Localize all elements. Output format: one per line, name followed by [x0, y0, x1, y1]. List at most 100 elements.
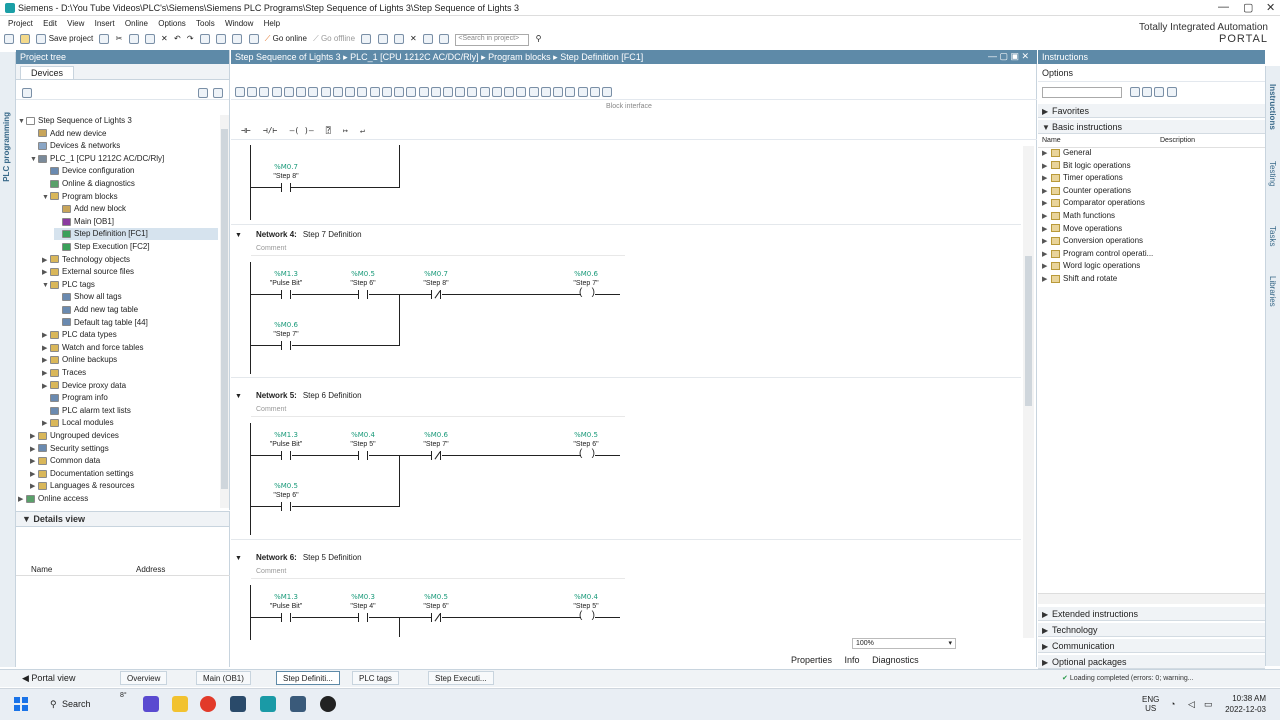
tree-item[interactable]: ▼ Step Sequence of Lights 3: [18, 115, 218, 127]
tab-main-ob1[interactable]: Main (OB1): [196, 671, 251, 685]
close-branch-icon[interactable]: ↵: [360, 126, 365, 135]
tab-step-execution[interactable]: Step Executi...: [428, 671, 494, 685]
instruction-item[interactable]: ▶ Shift and rotate: [1042, 273, 1117, 285]
expand-toggle-icon[interactable]: ▶: [1042, 224, 1051, 236]
close-icon[interactable]: ✕: [1266, 1, 1275, 14]
editor-window-controls[interactable]: — ▢ ▣ ✕: [988, 51, 1029, 62]
coil-symbol[interactable]: "Step 7": [561, 280, 611, 287]
tab-instructions-vertical[interactable]: Instructions: [1268, 84, 1277, 130]
no-contact[interactable]: [281, 341, 291, 350]
tia-portal-icon[interactable]: [230, 696, 246, 712]
collapse-arrow-icon[interactable]: ▼: [235, 393, 242, 400]
undo-icon[interactable]: ↶: [174, 34, 181, 46]
instruction-item[interactable]: ▶ Program control operati...: [1042, 248, 1153, 260]
maximize-icon[interactable]: ▢: [1243, 1, 1253, 14]
network-header[interactable]: ▼ Network 6: Step 5 Definition: [235, 553, 362, 562]
instruction-item[interactable]: ▶ Move operations: [1042, 223, 1122, 235]
no-contact[interactable]: [358, 451, 368, 460]
coil-symbol[interactable]: "Step 6": [561, 441, 611, 448]
download-icon[interactable]: [216, 34, 227, 46]
instruction-item[interactable]: ▶ Math functions: [1042, 210, 1115, 222]
network-description[interactable]: Step 7 Definition: [303, 230, 362, 239]
operand-address[interactable]: %M0.7: [411, 270, 461, 278]
tree-scrollbar[interactable]: [220, 115, 229, 508]
menu-options[interactable]: Options: [158, 19, 186, 28]
no-contact[interactable]: [281, 183, 291, 192]
save-project-button[interactable]: Save project: [36, 34, 93, 46]
operand-symbol[interactable]: "Pulse Bit": [261, 603, 311, 610]
communication-section[interactable]: ▶ Communication: [1038, 639, 1265, 653]
expand-toggle-icon[interactable]: ▶: [1042, 211, 1051, 223]
tree-view-icon[interactable]: [198, 88, 208, 98]
network-description[interactable]: Step 6 Definition: [303, 391, 362, 400]
copy-icon[interactable]: [128, 34, 139, 46]
menu-tools[interactable]: Tools: [196, 19, 215, 28]
network-comment[interactable]: Comment: [256, 245, 286, 252]
operand-symbol[interactable]: "Step 7": [261, 331, 311, 338]
tree-item[interactable]: ▼ Program blocks: [42, 191, 218, 203]
tree-item[interactable]: Default tag table [44]: [54, 317, 218, 329]
language-indicator[interactable]: ENG US: [1142, 695, 1159, 713]
details-col-address[interactable]: Address: [136, 565, 165, 574]
expand-toggle-icon[interactable]: ▶: [1042, 198, 1051, 210]
operand-address[interactable]: %M0.6: [411, 431, 461, 439]
file-explorer-icon[interactable]: [172, 696, 188, 712]
favorites-section[interactable]: ▶ Favorites: [1038, 104, 1265, 118]
operand-address[interactable]: %M0.4: [338, 431, 388, 439]
new-project-icon[interactable]: [4, 34, 14, 46]
tree-item[interactable]: ▼ PLC tags: [42, 279, 218, 291]
tab-testing-vertical[interactable]: Testing: [1268, 161, 1277, 186]
wifi-icon[interactable]: ◔: [1170, 699, 1175, 709]
windows-start-icon[interactable]: [14, 697, 28, 711]
tree-sync-icon[interactable]: [213, 88, 223, 98]
menu-insert[interactable]: Insert: [95, 19, 115, 28]
collapse-arrow-icon[interactable]: ▼: [235, 232, 242, 239]
expand-toggle-icon[interactable]: ▶: [42, 330, 50, 342]
operand-address[interactable]: %M0.3: [338, 593, 388, 601]
tree-item[interactable]: ▶ Traces: [42, 367, 218, 379]
expand-toggle-icon[interactable]: ▶: [30, 431, 38, 443]
split-vertical-icon[interactable]: [439, 34, 450, 46]
menu-window[interactable]: Window: [225, 19, 253, 28]
tree-item[interactable]: PLC alarm text lists: [42, 405, 218, 417]
accessible-devices-icon[interactable]: [361, 34, 372, 46]
zoom-select[interactable]: 100% ▾: [852, 638, 956, 649]
tab-libraries-vertical[interactable]: Libraries: [1268, 276, 1277, 307]
expand-toggle-icon[interactable]: ▼: [42, 192, 50, 204]
instruction-item[interactable]: ▶ Word logic operations: [1042, 260, 1140, 272]
tree-item[interactable]: Add new device: [30, 128, 218, 140]
tree-item[interactable]: Step Execution [FC2]: [54, 241, 218, 253]
instruction-hscroll[interactable]: [1038, 593, 1265, 604]
tree-item[interactable]: ▶ Documentation settings: [30, 468, 218, 480]
operand-symbol[interactable]: "Step 8": [261, 173, 311, 180]
tree-item[interactable]: ▶ Watch and force tables: [42, 342, 218, 354]
go-online-button[interactable]: ⟋ Go online: [265, 34, 307, 46]
no-contact-icon[interactable]: ⊣⊢: [241, 126, 251, 135]
expand-toggle-icon[interactable]: ▶: [1042, 249, 1051, 261]
nc-contact[interactable]: [431, 613, 441, 622]
no-contact[interactable]: [281, 451, 291, 460]
search-project-input[interactable]: <Search in project>: [455, 34, 530, 46]
operand-address[interactable]: %M1.3: [261, 593, 311, 601]
operand-address[interactable]: %M0.5: [261, 482, 311, 490]
coil-symbol[interactable]: "Step 5": [561, 603, 611, 610]
tree-item[interactable]: Add new block: [54, 203, 218, 215]
split-horizontal-icon[interactable]: [422, 34, 433, 46]
operand-symbol[interactable]: "Pulse Bit": [261, 441, 311, 448]
network-header[interactable]: ▼ Network 4: Step 7 Definition: [235, 230, 362, 239]
basic-instructions-section[interactable]: ▼ Basic instructions: [1038, 120, 1265, 134]
status-message[interactable]: ✔ Loading completed (errors: 0; warning.…: [1062, 674, 1194, 682]
tree-item[interactable]: Step Definition [FC1]: [54, 228, 218, 241]
no-contact[interactable]: [281, 502, 291, 511]
tree-item[interactable]: ▶ PLC data types: [42, 329, 218, 341]
operand-address[interactable]: %M0.6: [261, 321, 311, 329]
tree-item[interactable]: ▶ Languages & resources: [30, 480, 218, 492]
no-contact[interactable]: [281, 290, 291, 299]
menu-online[interactable]: Online: [125, 19, 148, 28]
tree-item[interactable]: Program info: [42, 392, 218, 404]
empty-box-icon[interactable]: ⍰: [326, 126, 331, 135]
output-coil[interactable]: [579, 287, 595, 299]
print-icon[interactable]: [99, 34, 110, 46]
expand-toggle-icon[interactable]: ▶: [42, 418, 50, 430]
no-contact[interactable]: [358, 613, 368, 622]
